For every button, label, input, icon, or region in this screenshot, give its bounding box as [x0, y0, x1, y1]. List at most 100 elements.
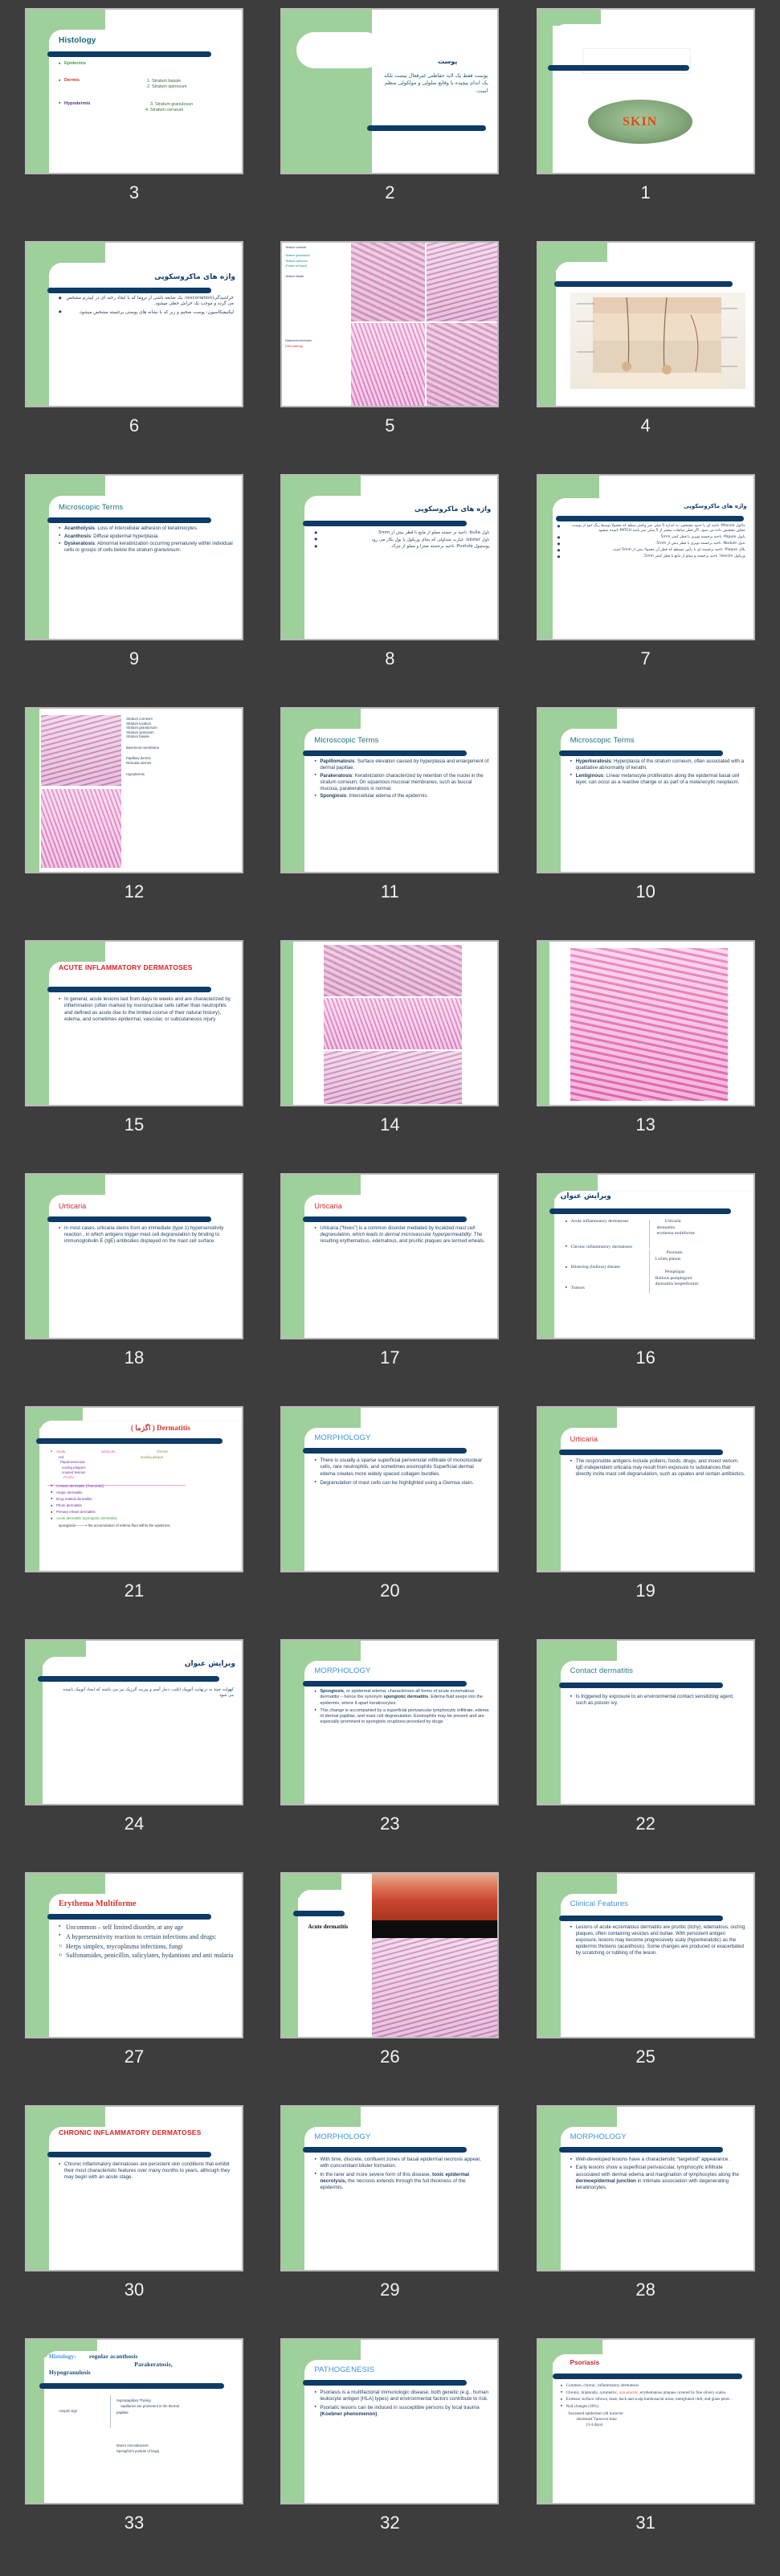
list-item: Nail changes (30%) — [561, 2403, 749, 2410]
green-bar — [282, 942, 294, 1105]
histology-image — [351, 243, 426, 321]
slide-cell-7[interactable]: واژه های ماکروسکوپی ماکول Macule: ناحیه … — [518, 474, 774, 707]
slide-cell-25[interactable]: Clinical Features Lesions of acute eczem… — [518, 1872, 774, 2105]
slide-1[interactable]: SKIN — [536, 8, 755, 174]
slide-number: 9 — [129, 648, 140, 669]
classification-right-1: Psoriasis Lichen planus — [655, 1250, 752, 1262]
slide-19[interactable]: Urticaria The responsible antigens inclu… — [536, 1406, 755, 1572]
slide-23[interactable]: MORPHOLOGY Spongiosis, or epidermal edem… — [280, 1639, 500, 1805]
slide-cell-6[interactable]: واژه های ماکروسکوپی خراشیدگی(excoriation… — [6, 241, 262, 474]
slide-cell-5[interactable]: Stratum corneum Stratum granulosum Strat… — [262, 241, 517, 474]
slide-number: 3 — [129, 182, 140, 202]
slide-30[interactable]: CHRONIC INFLAMMATORY DERMATOSES Chronic … — [25, 2105, 243, 2271]
slide-cell-2[interactable]: پوست پوست فقط یک لایه حفاظتی غیرفعال نیس… — [262, 8, 517, 241]
slide-cell-13[interactable]: 13 — [518, 940, 774, 1173]
slide-32[interactable]: PATHOGENESIS Psoriasis is a multifactori… — [280, 2338, 500, 2504]
slide-cell-8[interactable]: واژه های ماکروسکوپی تاول bulla: ناحیه بر… — [262, 474, 517, 707]
slide-29[interactable]: MORPHOLOGY With time, discrete, confluen… — [280, 2105, 500, 2271]
slide-16[interactable]: ویرایش عنوان Acute inflammatory dermatos… — [536, 1173, 755, 1339]
slide-cell-12[interactable]: Stratum corneum Stratum lucidum Stratum … — [6, 707, 262, 940]
slide-title: Microscopic Terms — [570, 736, 635, 745]
slide-25[interactable]: Clinical Features Lesions of acute eczem… — [536, 1872, 755, 2038]
white-card — [49, 962, 242, 1105]
slide-cell-11[interactable]: Microscopic Terms Papillomatosis: Surfac… — [262, 707, 517, 940]
slide-21[interactable]: ( اگزما ) Dermatitis ● Acute, subacute ,… — [25, 1406, 243, 1572]
title-rule — [558, 1916, 723, 1921]
slide-cell-14[interactable]: 14 — [262, 940, 517, 1173]
slide-cell-33[interactable]: Histology: regular acanthosis Parakerato… — [6, 2338, 262, 2571]
title-rule — [47, 987, 211, 992]
slide-11[interactable]: Microscopic Terms Papillomatosis: Surfac… — [280, 707, 500, 873]
slide-cell-15[interactable]: ACUTE INFLAMMATORY DERMATOSES In general… — [6, 940, 262, 1173]
histology-image — [41, 715, 121, 786]
stratum-item: 2. Stratum spinosum — [147, 84, 187, 90]
slide-7[interactable]: واژه های ماکروسکوپی ماکول Macule: ناحیه … — [536, 474, 755, 640]
slide-cell-26[interactable]: Acute dermatitis 26 — [262, 1872, 517, 2105]
slide-5[interactable]: Stratum corneum Stratum granulosum Strat… — [280, 241, 500, 407]
slide-cell-30[interactable]: CHRONIC INFLAMMATORY DERMATOSES Chronic … — [6, 2105, 262, 2338]
slide-6[interactable]: واژه های ماکروسکوپی خراشیدگی(excoriation… — [25, 241, 243, 407]
green-bar — [282, 476, 305, 639]
slide-13[interactable] — [536, 940, 755, 1106]
slide-26[interactable]: Acute dermatitis — [280, 1872, 500, 2038]
slide-cell-31[interactable]: Psoriasis Common, chronic, inflammatory … — [518, 2338, 774, 2571]
slide-cell-1[interactable]: SKIN 1 — [518, 8, 774, 241]
legend-text: Stratum corneum Stratum lucidum Stratum … — [126, 717, 160, 776]
slide-title: Clinical Features — [570, 1899, 629, 1908]
slide-cell-29[interactable]: MORPHOLOGY With time, discrete, confluen… — [262, 2105, 517, 2338]
slide-number: 24 — [124, 1813, 145, 1834]
slide-cell-22[interactable]: Contact dermatitis Is triggered by expos… — [518, 1639, 774, 1872]
slide-10[interactable]: Microscopic Terms Hyperkeratosis: Hyperp… — [536, 707, 755, 873]
slide-20[interactable]: MORPHOLOGY There is usually a sparse sup… — [280, 1406, 500, 1572]
slide-22[interactable]: Contact dermatitis Is triggered by expos… — [536, 1639, 755, 1805]
diagram-line: Spongiform pustule of kogoj — [116, 2449, 160, 2454]
histology-image — [324, 1051, 463, 1104]
list-item: Early lesions show a superficial perivas… — [570, 2165, 745, 2191]
extra-line: Increased epidermal cell turnover — [568, 2410, 623, 2416]
title-rule — [303, 2380, 468, 2386]
term: dermoepidermal junction — [575, 2177, 636, 2184]
slide-cell-27[interactable]: Erythema Multiforme Uncommon – self limi… — [6, 1872, 262, 2105]
slide-cell-17[interactable]: Urticaria Urticaria (“hives”) is a commo… — [262, 1173, 517, 1406]
clinical-photo — [372, 1874, 498, 1920]
slide-title: MORPHOLOGY — [314, 2132, 371, 2141]
slide-cell-28[interactable]: MORPHOLOGY Well-developed lesions have a… — [518, 2105, 774, 2338]
slide-8[interactable]: واژه های ماکروسکوپی تاول bulla: ناحیه بر… — [280, 474, 500, 640]
slide-28[interactable]: MORPHOLOGY Well-developed lesions have a… — [536, 2105, 755, 2271]
slide-3[interactable]: Histology Epidermis Dermis Hypodermis 1.… — [25, 8, 243, 174]
slide-cell-18[interactable]: Urticaria In most cases, urticaria stems… — [6, 1173, 262, 1406]
slide-cell-4[interactable]: 4 — [518, 241, 774, 474]
slide-number: 16 — [635, 1347, 655, 1368]
term: Spongiosis — [320, 1689, 344, 1694]
slide-cell-23[interactable]: MORPHOLOGY Spongiosis, or epidermal edem… — [262, 1639, 517, 1872]
slide-cell-9[interactable]: Microscopic Terms Acantholysis: Loss of … — [6, 474, 262, 707]
classification-item: dermatitis — [656, 1225, 676, 1230]
slide-15[interactable]: ACUTE INFLAMMATORY DERMATOSES In general… — [25, 940, 243, 1106]
slide-27[interactable]: Erythema Multiforme Uncommon – self limi… — [25, 1872, 243, 2038]
slide-33[interactable]: Histology: regular acanthosis Parakerato… — [25, 2338, 243, 2504]
slide-cell-10[interactable]: Microscopic Terms Hyperkeratosis: Hyperp… — [518, 707, 774, 940]
slide-cell-19[interactable]: Urticaria The responsible antigens inclu… — [518, 1406, 774, 1639]
slide-24[interactable]: ویرایش عنوان کهولت چینهٔ به درنهایت آتوپ… — [25, 1639, 243, 1805]
slide-cell-21[interactable]: ( اگزما ) Dermatitis ● Acute, subacute ,… — [6, 1406, 262, 1639]
slide-cell-24[interactable]: ویرایش عنوان کهولت چینهٔ به درنهایت آتوپ… — [6, 1639, 262, 1872]
slide-14[interactable] — [280, 940, 500, 1106]
slide-12[interactable]: Stratum corneum Stratum lucidum Stratum … — [25, 707, 243, 873]
list-item: Lentiginous: Linear melanocyte prolifera… — [570, 772, 745, 786]
slide-31[interactable]: Psoriasis Common, chronic, inflammatory … — [536, 2338, 755, 2504]
slide-2[interactable]: پوست پوست فقط یک لایه حفاظتی غیرفعال نیس… — [280, 8, 500, 174]
diagram-line: Munro microabscess — [116, 2443, 149, 2447]
slide-cell-32[interactable]: PATHOGENESIS Psoriasis is a multifactori… — [262, 2338, 517, 2571]
classification-right-0: Urticaria dermatitis erythema multiforme — [657, 1219, 752, 1237]
slide-cell-20[interactable]: MORPHOLOGY There is usually a sparse sup… — [262, 1406, 517, 1639]
histology-image — [427, 323, 498, 406]
slide-4[interactable] — [536, 241, 755, 407]
title-rule — [36, 1438, 223, 1444]
list-item: تاول blister: عبارت متداولی که بجای وزیک… — [314, 537, 489, 543]
slide-18[interactable]: Urticaria In most cases, urticaria stems… — [25, 1173, 243, 1339]
slide-17[interactable]: Urticaria Urticaria (“hives”) is a commo… — [280, 1173, 500, 1339]
slide-cell-3[interactable]: Histology Epidermis Dermis Hypodermis 1.… — [6, 8, 262, 241]
list-item: Acanthosis: Diffuse epidermal hyperplasi… — [59, 533, 234, 540]
slide-cell-16[interactable]: ویرایش عنوان Acute inflammatory dermatos… — [518, 1173, 774, 1406]
slide-9[interactable]: Microscopic Terms Acantholysis: Loss of … — [25, 474, 243, 640]
